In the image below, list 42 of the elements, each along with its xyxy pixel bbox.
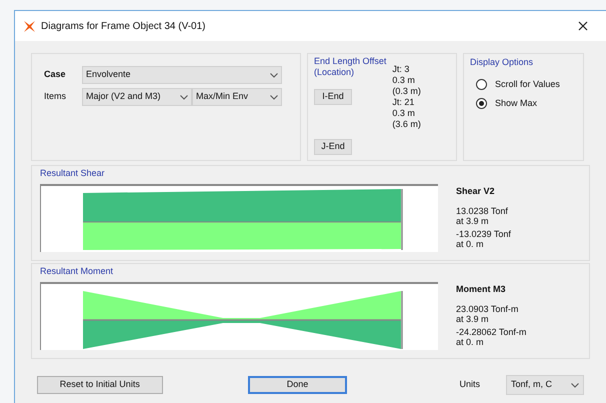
radio-button[interactable] [476, 98, 487, 110]
radio-button[interactable] [476, 78, 487, 90]
type-dropdown[interactable]: Max/Min Env [192, 88, 282, 106]
close-icon[interactable] [578, 21, 588, 31]
diagram-heading: Moment M3 [456, 284, 506, 294]
component-dropdown[interactable]: Major (V2 and M3) [82, 88, 192, 106]
units-label: Units [459, 378, 480, 392]
max-location: at 3.9 m [456, 216, 490, 226]
min-value: -13.0239 Tonf [456, 228, 511, 238]
window-title: Diagrams for Frame Object 34 (V-01) [41, 20, 206, 34]
min-location: at 0. m [456, 336, 485, 346]
min-value: -24.28062 Tonf-m [456, 326, 526, 336]
chevron-icon [270, 72, 278, 78]
max-value: 23.0903 Tonf-m [456, 304, 520, 314]
joint-label: Jt: 3 [392, 64, 410, 75]
end-button[interactable]: J-End [314, 139, 352, 155]
option-label: Scroll for Values [495, 78, 560, 90]
diagram-heading: Shear V2 [456, 186, 496, 196]
group-title: Resultant Shear [40, 167, 106, 180]
joint-label: Jt: 21 [392, 97, 416, 108]
units-dropdown[interactable]: Tonf, m, C [506, 375, 584, 395]
max-location: at 3.9 m [456, 314, 490, 324]
app-logo-icon [23, 20, 36, 32]
chevron-icon [571, 382, 579, 388]
done-button[interactable]: Done [248, 376, 348, 394]
reset-units-button[interactable]: Reset to Initial Units [37, 376, 163, 394]
chevron-icon [270, 94, 278, 100]
items-label: Items [44, 90, 68, 104]
offset-value: 0.3 m [392, 108, 416, 119]
case-dropdown[interactable]: Envolvente [82, 66, 282, 84]
option-label: Show Max [495, 97, 538, 110]
min-location: at 0. m [456, 238, 485, 248]
case-label: Case [44, 68, 67, 82]
offset-value: 0.3 m [392, 75, 416, 86]
group-title: Display Options [470, 56, 534, 69]
location-value: (3.6 m) [392, 119, 421, 130]
group-title: Resultant Moment [40, 265, 114, 278]
location-value: (0.3 m) [392, 86, 421, 97]
max-value: 13.0238 Tonf [456, 206, 509, 216]
chevron-icon [180, 94, 188, 100]
group-title: End Length Offset (Location) [314, 56, 386, 78]
end-button[interactable]: I-End [314, 89, 352, 105]
